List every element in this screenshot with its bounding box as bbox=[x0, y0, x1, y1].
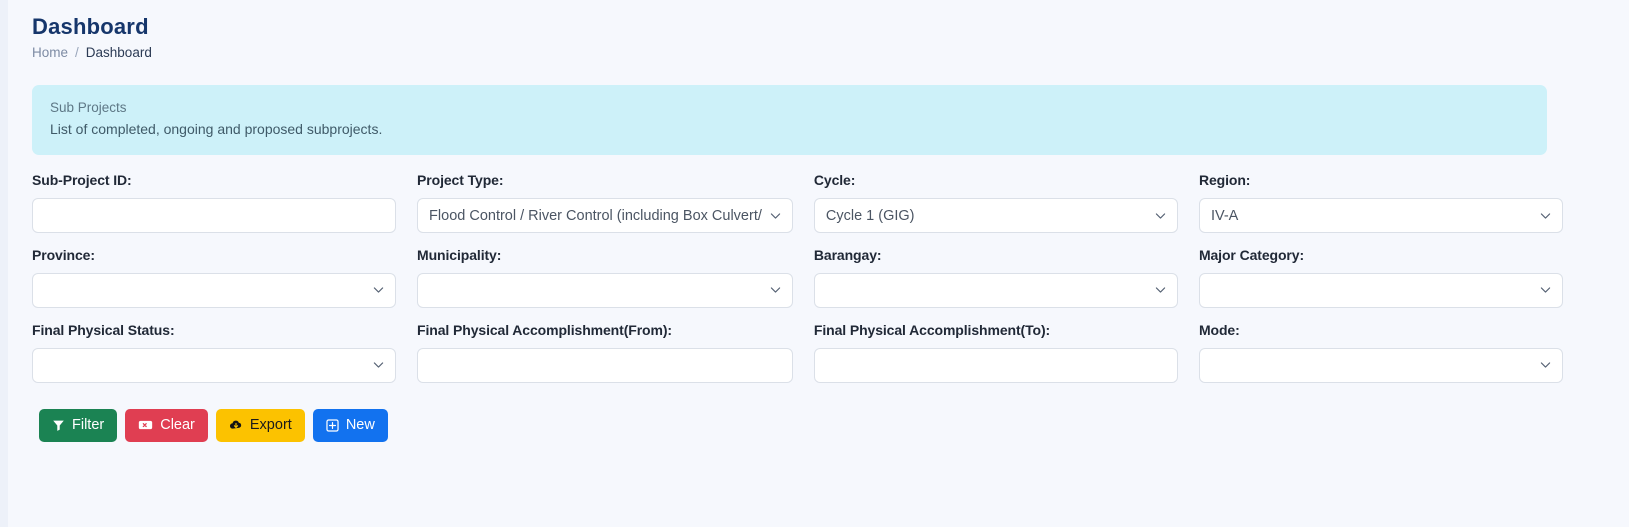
sidebar-edge bbox=[0, 0, 8, 527]
cloud-download-icon bbox=[229, 418, 243, 432]
select-barangay[interactable] bbox=[813, 272, 1178, 308]
select-cycle-value: Cycle 1 (GIG) bbox=[825, 207, 915, 224]
chevron-down-icon bbox=[1540, 285, 1551, 296]
action-button-row: Filter Clear Export New bbox=[8, 408, 1629, 442]
banner-subtitle: List of completed, ongoing and proposed … bbox=[50, 121, 383, 138]
chevron-down-icon bbox=[1540, 360, 1551, 371]
field-sub-project-id: Sub-Project ID: bbox=[32, 172, 397, 234]
select-project-type[interactable]: Flood Control / River Control (including… bbox=[417, 198, 793, 234]
select-cycle[interactable]: Cycle 1 (GIG) bbox=[813, 198, 1178, 234]
chevron-down-icon bbox=[770, 210, 781, 221]
select-region-value: IV-A bbox=[1210, 207, 1239, 224]
field-municipality: Municipality: bbox=[417, 247, 793, 308]
dashboard-page: Dashboard Home / Dashboard Sub Projects … bbox=[0, 0, 1629, 527]
field-final-physical-status: Final Physical Status: bbox=[32, 321, 397, 383]
label-sub-project-id: Sub-Project ID: bbox=[32, 172, 132, 189]
label-project-type: Project Type: bbox=[417, 172, 504, 189]
filter-grid: Sub-Project ID: Project Type: Flood Cont… bbox=[8, 172, 1629, 383]
field-barangay: Barangay: bbox=[813, 247, 1178, 308]
select-province[interactable] bbox=[32, 272, 397, 308]
field-project-type: Project Type: Flood Control / River Cont… bbox=[417, 172, 793, 234]
label-final-physical-accomplishment-from: Final Physical Accomplishment(From): bbox=[417, 321, 672, 338]
label-barangay: Barangay: bbox=[813, 247, 882, 264]
field-final-physical-accomplishment-to: Final Physical Accomplishment(To): bbox=[813, 321, 1178, 383]
new-button[interactable]: New bbox=[312, 408, 388, 442]
label-region: Region: bbox=[1198, 172, 1251, 189]
field-final-physical-accomplishment-from: Final Physical Accomplishment(From): bbox=[417, 322, 793, 383]
banner-title: Sub Projects bbox=[50, 100, 127, 116]
chevron-down-icon bbox=[1155, 285, 1166, 296]
filter-button[interactable]: Filter bbox=[39, 408, 118, 442]
clear-button[interactable]: Clear bbox=[125, 408, 208, 442]
select-final-physical-status[interactable] bbox=[32, 347, 397, 383]
plus-square-icon bbox=[326, 419, 339, 432]
sub-projects-info-banner: Sub Projects List of completed, ongoing … bbox=[32, 85, 1547, 156]
breadcrumb-separator: / bbox=[75, 45, 79, 61]
chevron-down-icon bbox=[770, 285, 781, 296]
label-province: Province: bbox=[32, 247, 95, 264]
input-final-physical-accomplishment-to[interactable] bbox=[813, 347, 1178, 383]
field-major-category: Major Category: bbox=[1198, 247, 1563, 308]
breadcrumb: Home / Dashboard bbox=[32, 45, 1629, 60]
field-province: Province: bbox=[32, 247, 397, 308]
chevron-down-icon bbox=[1155, 210, 1166, 221]
label-final-physical-status: Final Physical Status: bbox=[32, 321, 175, 338]
select-project-type-value: Flood Control / River Control (including… bbox=[429, 207, 762, 224]
select-region[interactable]: IV-A bbox=[1198, 198, 1563, 234]
chevron-down-icon bbox=[373, 360, 384, 371]
label-cycle: Cycle: bbox=[813, 172, 856, 189]
field-mode: Mode: bbox=[1198, 321, 1563, 383]
breadcrumb-home[interactable]: Home bbox=[32, 45, 68, 60]
chevron-down-icon bbox=[1540, 210, 1551, 221]
input-sub-project-id[interactable] bbox=[32, 198, 397, 234]
label-major-category: Major Category: bbox=[1198, 247, 1305, 264]
clear-button-label: Clear bbox=[160, 416, 195, 433]
export-button-label: Export bbox=[249, 416, 292, 433]
export-button[interactable]: Export bbox=[215, 408, 305, 442]
select-major-category[interactable] bbox=[1198, 272, 1563, 308]
label-municipality: Municipality: bbox=[417, 247, 502, 264]
breadcrumb-current: Dashboard bbox=[85, 45, 152, 61]
new-button-label: New bbox=[345, 416, 375, 433]
select-mode[interactable] bbox=[1198, 347, 1563, 383]
eraser-icon bbox=[138, 419, 153, 431]
label-final-physical-accomplishment-to: Final Physical Accomplishment(To): bbox=[813, 321, 1051, 338]
page-header: Dashboard Home / Dashboard bbox=[8, 0, 1629, 60]
chevron-down-icon bbox=[373, 285, 384, 296]
input-final-physical-accomplishment-from[interactable] bbox=[417, 347, 793, 383]
funnel-icon bbox=[52, 419, 65, 432]
filter-button-label: Filter bbox=[72, 416, 105, 433]
select-municipality[interactable] bbox=[417, 272, 793, 308]
label-mode: Mode: bbox=[1198, 321, 1240, 338]
field-cycle: Cycle: Cycle 1 (GIG) bbox=[813, 172, 1178, 234]
field-region: Region: IV-A bbox=[1198, 172, 1563, 234]
page-title: Dashboard bbox=[32, 14, 149, 39]
